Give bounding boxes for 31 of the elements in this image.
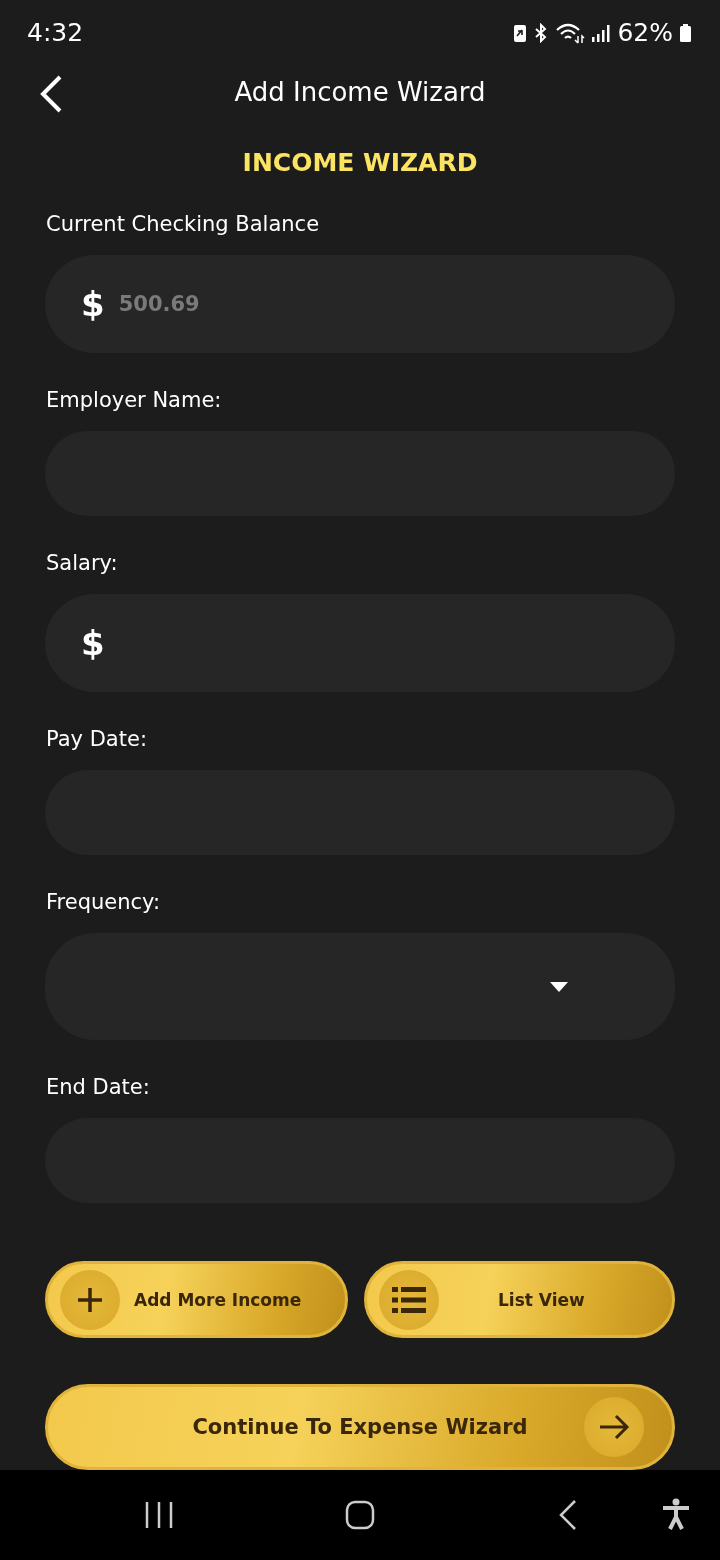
field-label: Salary:	[46, 551, 119, 575]
action-button[interactable]: List View	[363, 1261, 675, 1338]
back-nav-icon[interactable]	[558, 1499, 578, 1531]
home-icon[interactable]	[345, 1500, 375, 1530]
action-button[interactable]: Add More Income	[45, 1261, 348, 1338]
battery-saver-icon	[513, 22, 528, 43]
section-title: INCOME WIZARD	[242, 148, 478, 177]
field-label: Frequency:	[46, 890, 162, 914]
currency-symbol: $	[81, 623, 105, 663]
field-label: End Date:	[46, 1075, 151, 1099]
list-icon	[391, 1286, 426, 1313]
accessibility-icon[interactable]	[662, 1498, 690, 1530]
wifi-icon	[555, 21, 586, 44]
plus-icon	[76, 1285, 104, 1314]
field-label: Pay Date:	[46, 727, 148, 751]
screen-title: Add Income Wizard	[234, 76, 486, 107]
battery-icon	[679, 22, 692, 43]
continue-button[interactable]: Continue To Expense Wizard	[45, 1384, 675, 1470]
status-time: 4:32	[27, 18, 84, 48]
field-label: Current Checking Balance	[46, 212, 321, 236]
signal-icon	[591, 22, 612, 43]
placeholder-text: 500.69	[118, 292, 201, 316]
input-field[interactable]: $	[45, 594, 675, 692]
input-field[interactable]: $ 500.69	[45, 255, 675, 353]
field-label: Employer Name:	[46, 388, 223, 412]
caret-icon	[550, 982, 568, 992]
arrow-right-icon	[598, 1414, 630, 1440]
currency-symbol: $	[81, 284, 105, 324]
back-icon[interactable]	[38, 73, 64, 114]
recent-apps-icon[interactable]	[144, 1500, 174, 1530]
battery-percent: 62%	[617, 18, 673, 48]
